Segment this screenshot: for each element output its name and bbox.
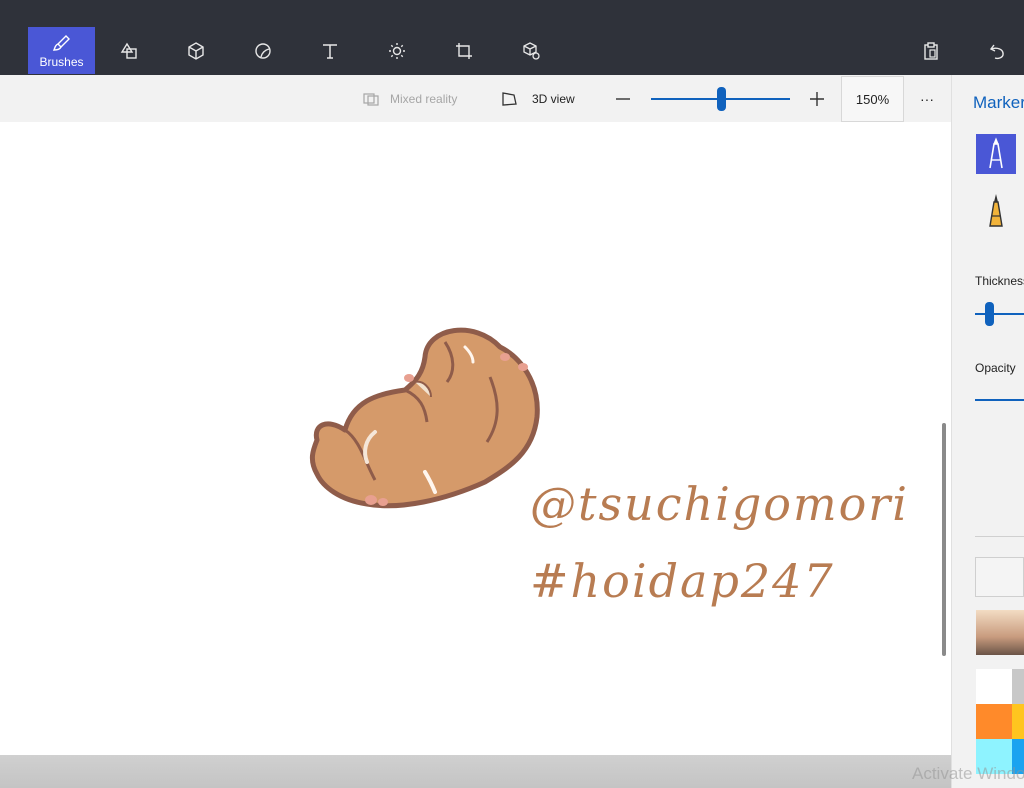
- activation-watermark: Activate Windows: [912, 764, 1024, 783]
- stickers-icon: [254, 42, 271, 59]
- mixed-reality-icon: [363, 92, 379, 106]
- add-color-button[interactable]: [975, 557, 1024, 597]
- mixed-reality-label: Mixed reality: [390, 91, 458, 106]
- 3d-view-label: 3D view: [532, 91, 575, 106]
- drawing-canvas[interactable]: @tsuchigomori #hoidap247: [0, 122, 951, 755]
- canvas-icon: [455, 42, 472, 59]
- tool-text[interactable]: [296, 27, 363, 74]
- minus-icon: [616, 97, 630, 100]
- canvas-text-hashtag: #hoidap247: [530, 554, 835, 608]
- color-swatch[interactable]: [1012, 704, 1024, 739]
- tool-brushes-label: Brushes: [39, 54, 84, 69]
- tool-3d-library[interactable]: [497, 27, 564, 74]
- opacity-slider-track[interactable]: [975, 399, 1024, 401]
- more-icon: ···: [920, 90, 934, 107]
- color-swatch[interactable]: [976, 669, 1012, 704]
- thickness-slider-track[interactable]: [975, 313, 1024, 315]
- zoom-slider-thumb[interactable]: [717, 87, 726, 111]
- 3d-view-button[interactable]: 3D view: [500, 75, 575, 122]
- zoom-in-button[interactable]: [808, 75, 836, 122]
- text-icon: [322, 43, 337, 59]
- 3d-view-icon: [502, 91, 517, 106]
- brush-option-marker[interactable]: [976, 134, 1016, 174]
- tool-3d-shapes[interactable]: [162, 27, 229, 74]
- brush-icon: [52, 34, 70, 51]
- plus-icon: [810, 91, 824, 106]
- marker-icon: [989, 137, 1003, 169]
- effects-icon: [388, 42, 405, 59]
- tool-2d-shapes[interactable]: [95, 27, 162, 74]
- thickness-slider-thumb[interactable]: [985, 302, 994, 326]
- paste-icon: [923, 41, 938, 60]
- paste-button[interactable]: [897, 27, 964, 74]
- tool-stickers[interactable]: [229, 27, 296, 74]
- undo-icon: [989, 44, 1004, 59]
- zoom-out-button[interactable]: [614, 75, 642, 122]
- opacity-label: Opacity: [975, 361, 1016, 375]
- croissant-image: [309, 327, 540, 509]
- tool-canvas[interactable]: [430, 27, 497, 74]
- color-swatch[interactable]: [1012, 669, 1024, 704]
- more-options-button[interactable]: ···: [920, 75, 934, 122]
- zoom-value[interactable]: 150%: [841, 76, 904, 122]
- 3d-library-icon: [522, 41, 540, 60]
- tool-effects[interactable]: [363, 27, 430, 74]
- 2d-shapes-icon: [120, 42, 137, 59]
- tool-brushes[interactable]: Brushes: [28, 27, 95, 74]
- current-color-preview[interactable]: [976, 610, 1024, 655]
- panel-title: Marker: [973, 93, 1024, 112]
- canvas-vertical-scrollbar[interactable]: [942, 423, 946, 656]
- mixed-reality-button[interactable]: Mixed reality: [362, 75, 457, 122]
- panel-divider: [975, 536, 1024, 537]
- bottom-bar: [0, 755, 951, 788]
- calligraphy-pen-icon: [989, 194, 1003, 227]
- 3d-shapes-icon: [187, 41, 204, 60]
- undo-button[interactable]: [964, 27, 1024, 74]
- thickness-label: Thickness: [975, 274, 1024, 288]
- canvas-text-handle: @tsuchigomori: [530, 477, 909, 531]
- color-swatch[interactable]: [976, 704, 1012, 739]
- top-toolbar: Brushes: [0, 0, 1024, 75]
- brush-option-calligraphy-pen[interactable]: [976, 190, 1016, 230]
